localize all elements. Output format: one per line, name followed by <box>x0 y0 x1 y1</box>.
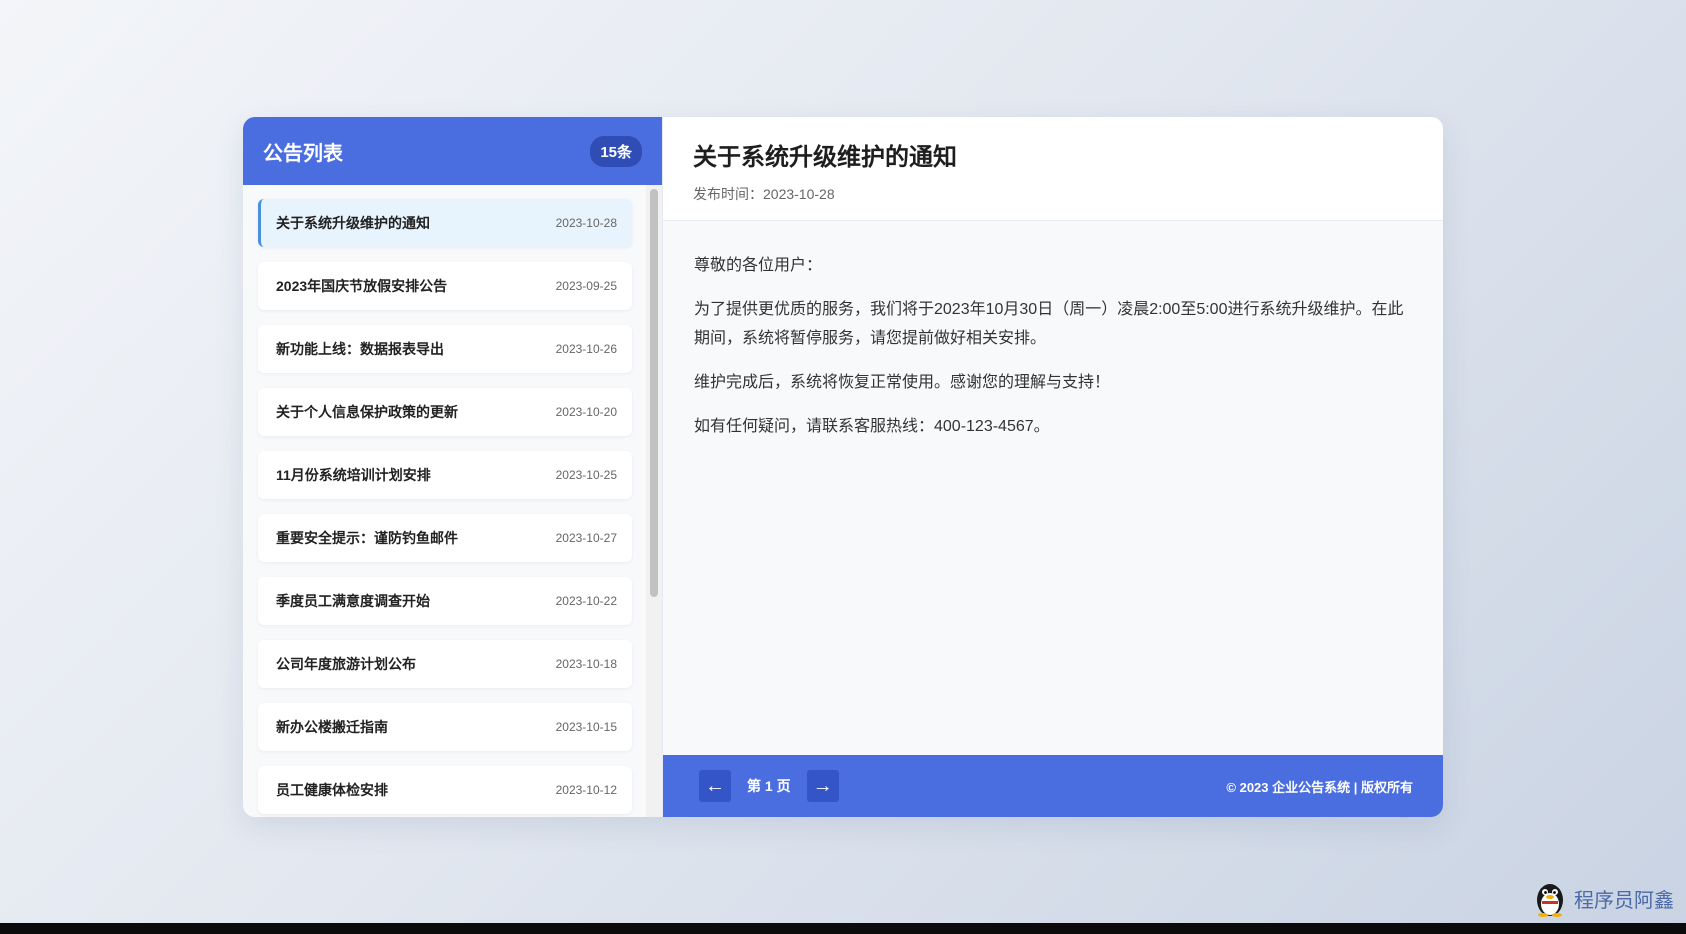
list-item-date: 2023-10-20 <box>555 405 617 419</box>
detail-paragraph: 为了提供更优质的服务，我们将于2023年10月30日（周一）凌晨2:00至5:0… <box>694 301 1404 347</box>
arrow-left-icon: ← <box>705 774 725 797</box>
list-item[interactable]: 关于系统升级维护的通知 2023-10-28 <box>258 199 632 247</box>
list-item-date: 2023-09-25 <box>555 279 617 293</box>
list-item-title: 公司年度旅游计划公布 <box>276 656 416 672</box>
list-item-title: 重要安全提示：谨防钓鱼邮件 <box>276 530 458 546</box>
list-item-date: 2023-10-26 <box>555 342 617 356</box>
count-badge: 15条 <box>590 135 642 167</box>
list-item-title: 员工健康体检安排 <box>276 782 388 798</box>
announcement-sidebar: 公告列表 15条 关于系统升级维护的通知 2023-10-28 2023年国庆节… <box>243 117 663 817</box>
detail-publish-time: 发布时间：2023-10-28 <box>693 186 835 202</box>
next-page-button[interactable]: → <box>806 770 839 802</box>
list-item[interactable]: 季度员工满意度调查开始 2023-10-22 <box>258 577 632 625</box>
sidebar-title: 公告列表 <box>263 142 343 165</box>
list-item-date: 2023-10-22 <box>555 594 617 608</box>
list-item-title: 11月份系统培训计划安排 <box>276 467 431 483</box>
list-item[interactable]: 新办公楼搬迁指南 2023-10-15 <box>258 703 632 751</box>
announcement-card: 公告列表 15条 关于系统升级维护的通知 2023-10-28 2023年国庆节… <box>243 117 1443 817</box>
list-item-date: 2023-10-15 <box>555 720 617 734</box>
arrow-right-icon: → <box>812 774 833 797</box>
list-item-title: 新功能上线：数据报表导出 <box>276 341 444 357</box>
list-item[interactable]: 重要安全提示：谨防钓鱼邮件 2023-10-27 <box>258 514 632 562</box>
announcement-detail: 关于系统升级维护的通知 发布时间：2023-10-28 尊敬的各位用户： 为了提… <box>663 117 1443 817</box>
penguin-icon <box>1537 884 1563 917</box>
detail-body: 尊敬的各位用户： 为了提供更优质的服务，我们将于2023年10月30日（周一）凌… <box>663 221 1443 755</box>
list-item-date: 2023-10-28 <box>555 216 617 230</box>
detail-paragraph: 维护完成后，系统将恢复正常使用。感谢您的理解与支持！ <box>694 374 1111 391</box>
list-item-date: 2023-10-27 <box>555 531 617 545</box>
list-item[interactable]: 员工健康体检安排 2023-10-12 <box>258 766 632 814</box>
detail-paragraph: 如有任何疑问，请联系客服热线：400-123-4567。 <box>694 418 1050 435</box>
detail-title: 关于系统升级维护的通知 <box>693 144 957 171</box>
list-item-title: 2023年国庆节放假安排公告 <box>276 278 448 294</box>
list-scrollbar[interactable] <box>646 185 662 817</box>
list-item-title: 关于个人信息保护政策的更新 <box>276 404 458 420</box>
watermark-text: 程序员阿鑫 <box>1574 889 1674 912</box>
scrollbar-thumb[interactable] <box>650 189 658 597</box>
detail-footer: ← 第 1 页 → © 2023 企业公告系统 | 版权所有 <box>663 755 1443 817</box>
announcement-list: 关于系统升级维护的通知 2023-10-28 2023年国庆节放假安排公告 20… <box>243 185 662 817</box>
pagination: ← 第 1 页 → <box>699 770 839 802</box>
list-item-date: 2023-10-25 <box>555 468 617 482</box>
list-item-title: 关于系统升级维护的通知 <box>276 215 430 231</box>
sidebar-header: 公告列表 15条 <box>243 117 662 185</box>
watermark: 程序员阿鑫 <box>1530 878 1674 918</box>
list-item[interactable]: 新功能上线：数据报表导出 2023-10-26 <box>258 325 632 373</box>
list-item-date: 2023-10-18 <box>555 657 617 671</box>
detail-header: 关于系统升级维护的通知 发布时间：2023-10-28 <box>663 117 1443 221</box>
list-item-title: 季度员工满意度调查开始 <box>276 593 430 609</box>
list-item-title: 新办公楼搬迁指南 <box>276 719 388 735</box>
bottom-bar <box>0 923 1686 934</box>
list-item[interactable]: 2023年国庆节放假安排公告 2023-09-25 <box>258 262 632 310</box>
copyright-text: © 2023 企业公告系统 | 版权所有 <box>1226 779 1413 795</box>
list-item[interactable]: 关于个人信息保护政策的更新 2023-10-20 <box>258 388 632 436</box>
list-item[interactable]: 公司年度旅游计划公布 2023-10-18 <box>258 640 632 688</box>
prev-page-button[interactable]: ← <box>699 770 731 802</box>
page-label: 第 1 页 <box>747 778 791 794</box>
list-item[interactable]: 11月份系统培训计划安排 2023-10-25 <box>258 451 632 499</box>
list-item-date: 2023-10-12 <box>555 783 617 797</box>
detail-paragraph: 尊敬的各位用户： <box>694 257 823 274</box>
